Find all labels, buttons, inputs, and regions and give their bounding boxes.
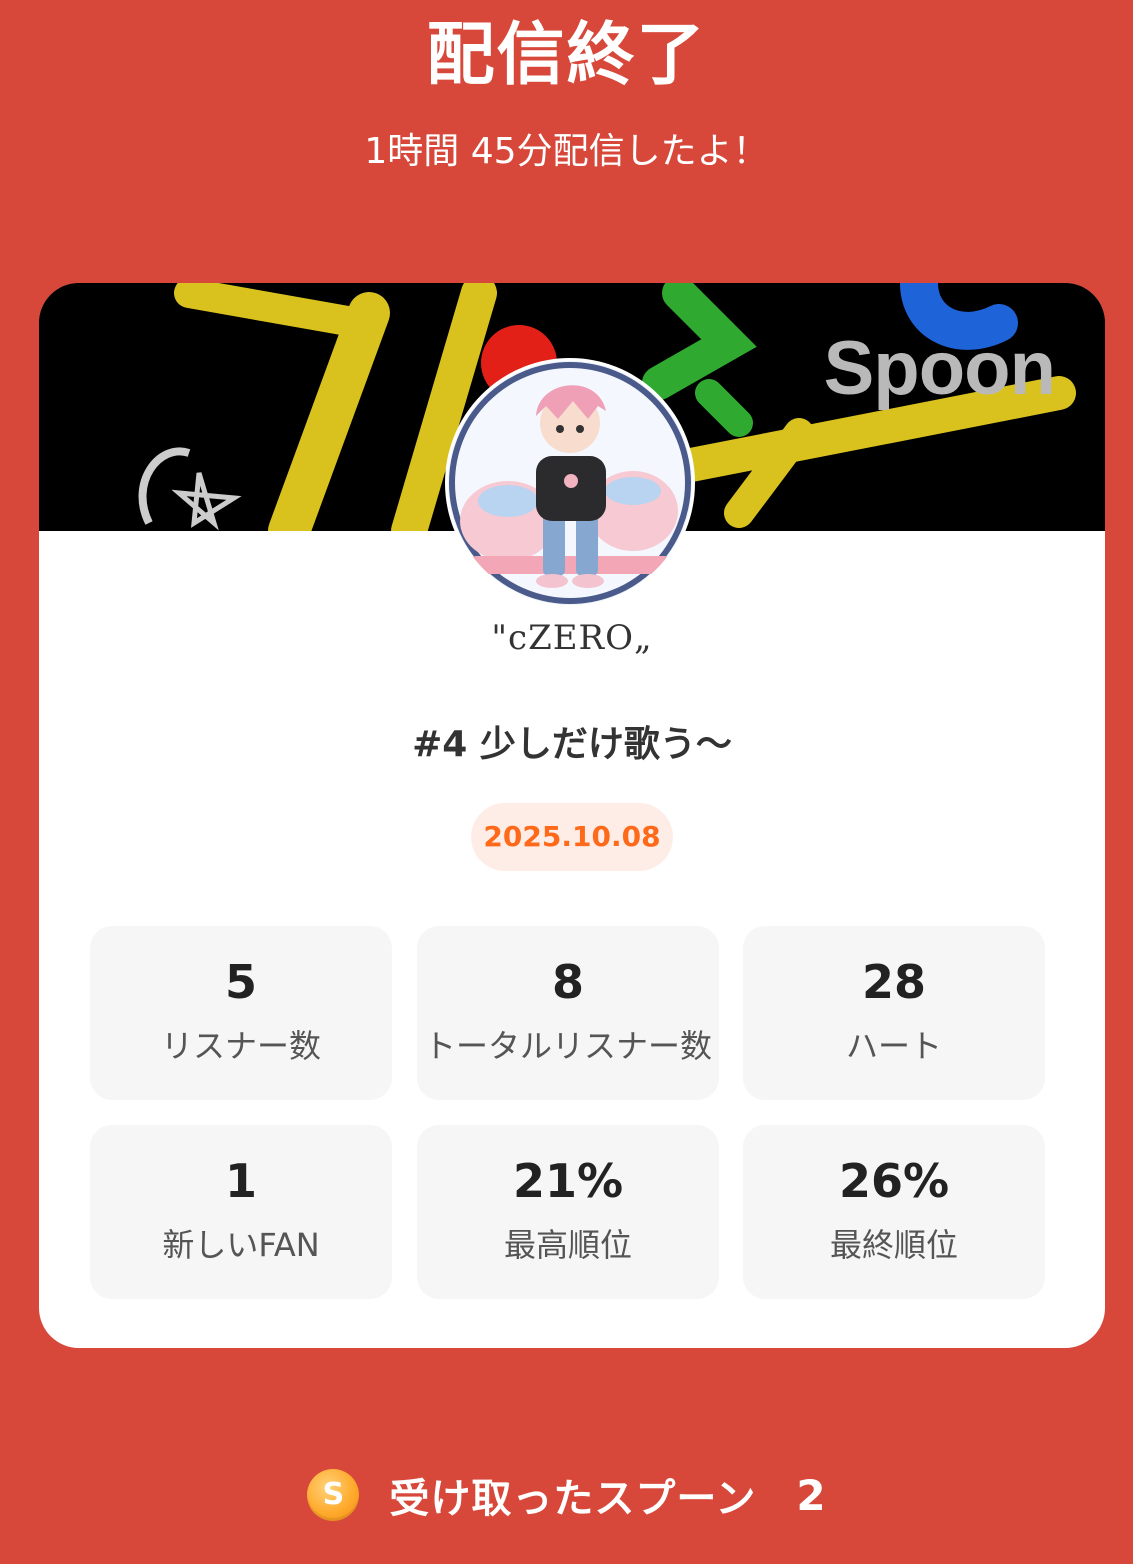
date-badge: 2025.10.08 (471, 803, 673, 871)
avatar[interactable] (445, 358, 695, 608)
stat-label: 新しいFAN (162, 1226, 320, 1264)
page-title: 配信終了 (426, 16, 707, 95)
stat-final-rank: 26% 最終順位 (743, 1125, 1045, 1299)
spoon-coin-icon: S (307, 1469, 360, 1521)
stat-highest-rank: 21% 最高順位 (417, 1125, 719, 1299)
stat-value: 28 (861, 955, 926, 1009)
stat-label: トータルリスナー数 (423, 1027, 712, 1065)
stat-value: 26% (838, 1154, 950, 1208)
received-spoons-count: 2 (796, 1470, 826, 1520)
username: "ϲZERO„ (491, 618, 653, 658)
stat-label: リスナー数 (160, 1027, 321, 1065)
received-spoons-label: 受け取ったスプーン (389, 1476, 757, 1522)
summary-card: Spoon "ϲZERO„ #4 少しだけ歌う〜 2025.10.08 5 リス… (39, 283, 1105, 1348)
stat-value: 8 (551, 955, 584, 1009)
avatar-icon (448, 361, 692, 605)
live-title: #4 少しだけ歌う〜 (412, 724, 732, 765)
stat-value: 21% (512, 1154, 624, 1208)
stat-total-listeners: 8 トータルリスナー数 (417, 926, 719, 1100)
stat-value: 5 (224, 955, 257, 1009)
stat-label: ハート (845, 1027, 942, 1065)
stat-label: 最終順位 (829, 1226, 958, 1264)
stat-new-fans: 1 新しいFAN (90, 1125, 392, 1299)
stat-label: 最高順位 (503, 1226, 632, 1264)
received-spoons: S 受け取ったスプーン 2 (0, 1466, 1133, 1522)
stat-value: 1 (224, 1154, 257, 1208)
stat-listeners: 5 リスナー数 (90, 926, 392, 1100)
spoon-logo: Spoon (823, 326, 1056, 411)
stat-hearts: 28 ハート (743, 926, 1045, 1100)
stream-duration: 1時間 45分配信したよ！ (364, 131, 769, 172)
